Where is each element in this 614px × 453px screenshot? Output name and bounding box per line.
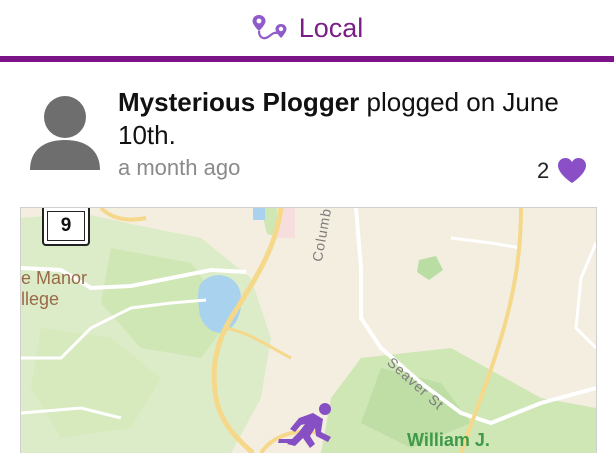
runner-icon[interactable] [277,402,339,450]
map-label-manor-line2: llege [21,289,60,309]
activity-map[interactable]: 9 e Manor llege Columbus A Seaver St Wil… [20,207,597,453]
header-divider [0,56,614,62]
route-pin-icon [252,15,287,40]
post-summary: Mysterious Plogger plogged on June 10th. [118,86,608,152]
like-count: 2 [537,157,550,183]
user-name[interactable]: Mysterious Plogger [118,87,359,117]
user-avatar-icon[interactable] [28,94,102,172]
heart-icon[interactable] [557,157,587,184]
map-label-park: William J. [407,430,490,450]
app-header: Local [0,0,614,56]
post-time: a month ago [118,155,241,180]
header-title: Local [298,12,364,43]
like-control[interactable]: 2 [537,157,587,184]
header-title-group[interactable]: Local [251,12,364,44]
map-label-manor-line1: e Manor [21,268,88,288]
route-shield: 9 [42,208,90,246]
map-label-manor: e Manor llege [21,268,87,310]
